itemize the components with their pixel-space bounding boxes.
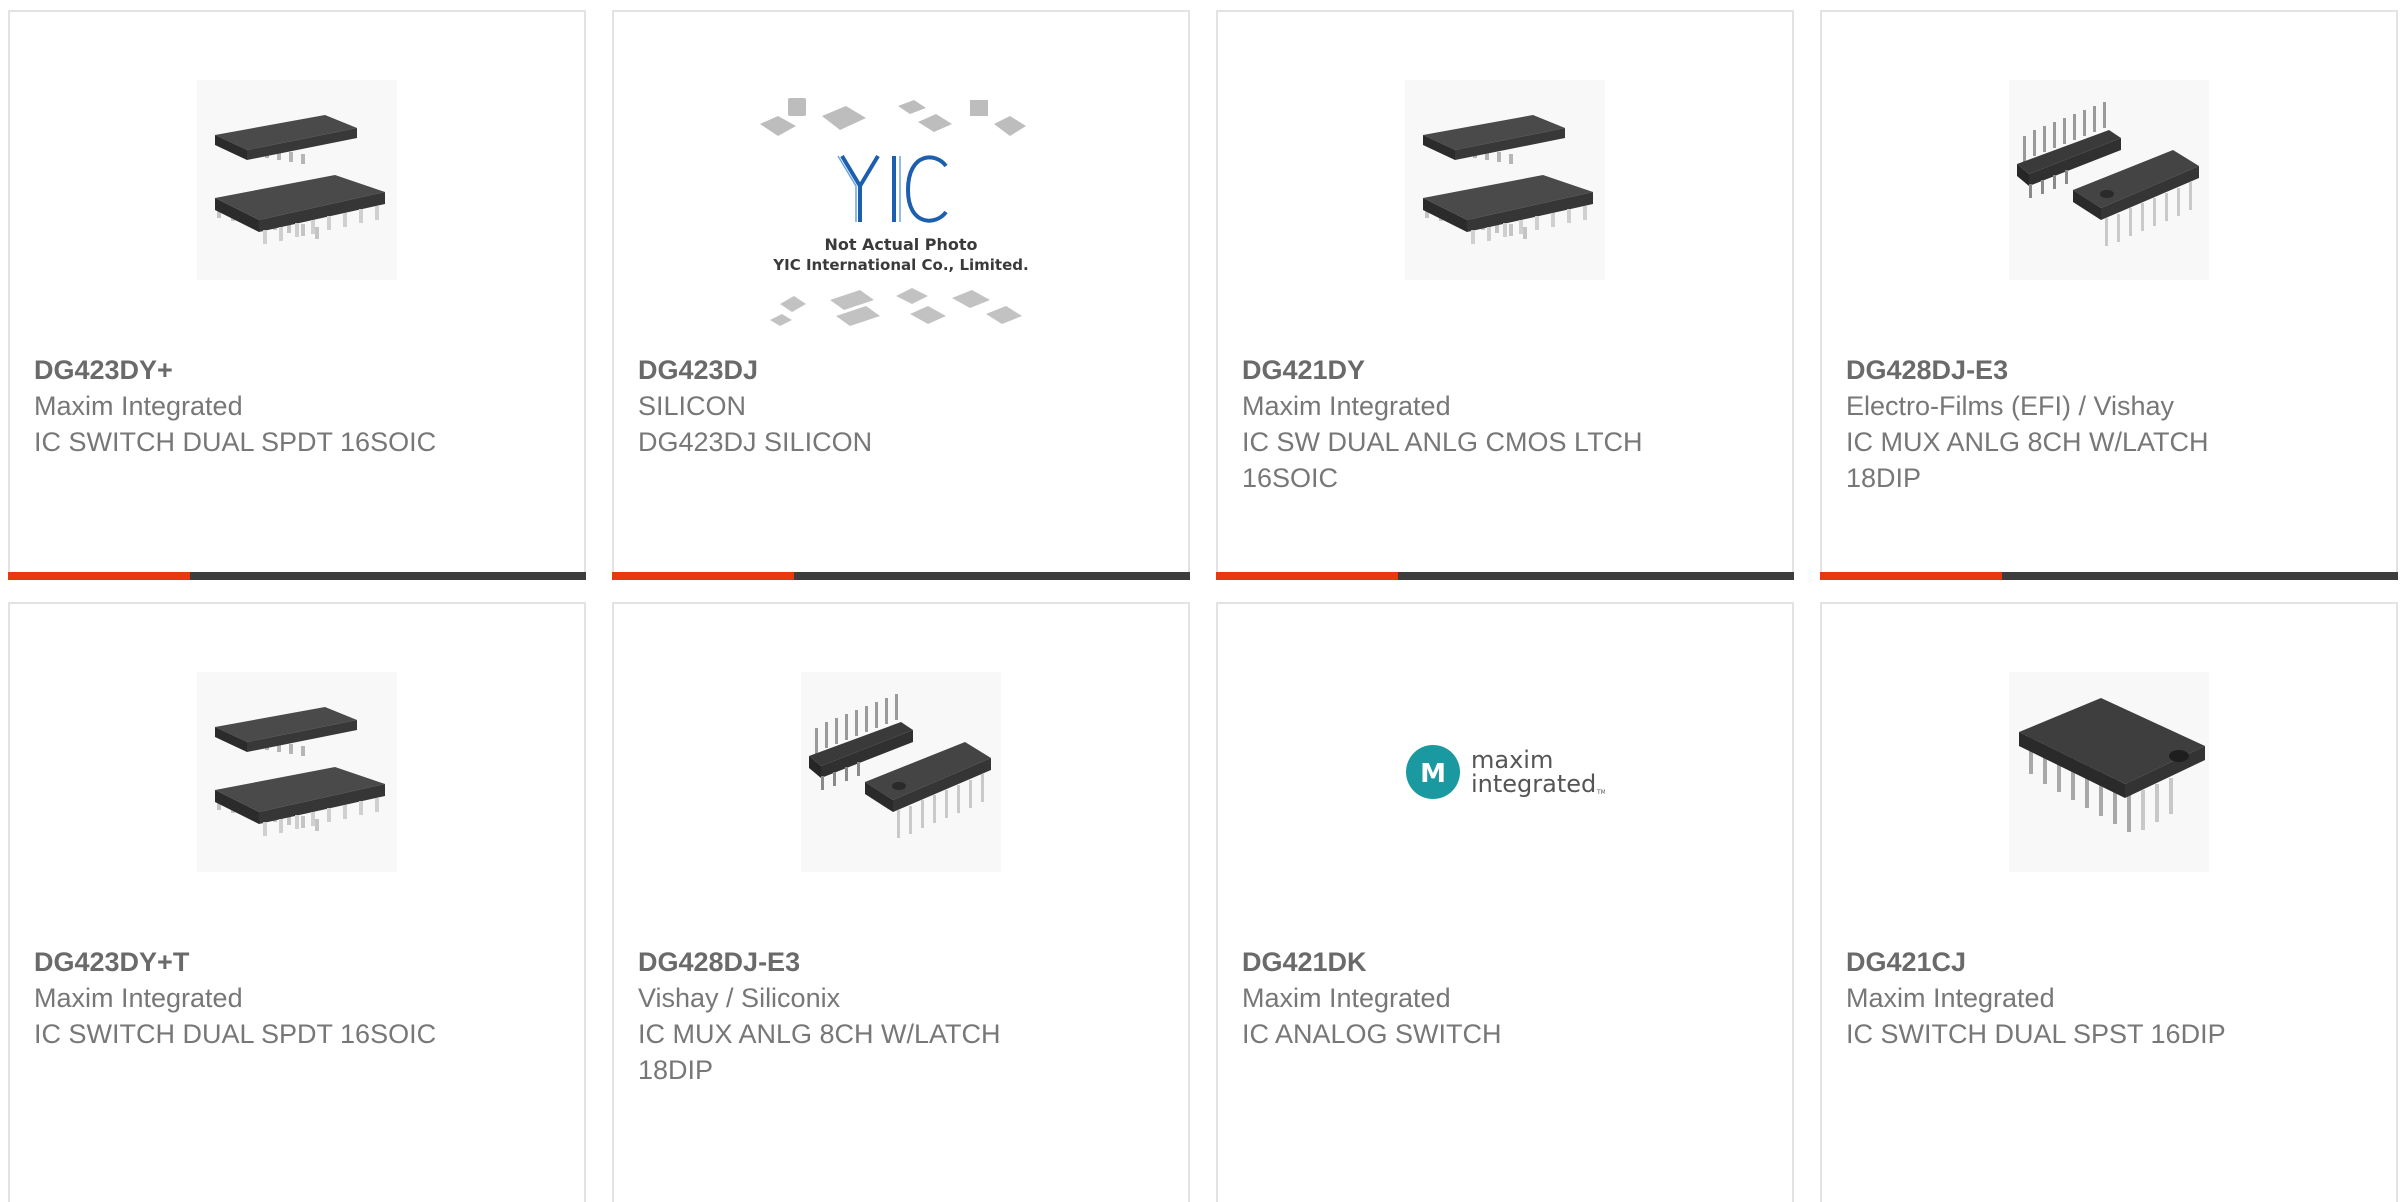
product-info: DG423DJ SILICON DG423DJ SILICON: [638, 352, 1164, 460]
description: IC SWITCH DUAL SPDT 16SOIC: [34, 1019, 437, 1049]
manufacturer: SILICON: [638, 391, 747, 421]
dip-chip-icon: [2019, 698, 2205, 832]
card-bottom-bar: [8, 572, 586, 580]
product-grid: DG423DY+ Maxim Integrated IC SWITCH DUAL…: [8, 10, 2400, 1202]
card-accent: [8, 572, 190, 580]
manufacturer: Maxim Integrated: [1846, 983, 2055, 1013]
product-info: DG423DY+T Maxim Integrated IC SWITCH DUA…: [34, 944, 560, 1052]
description: IC ANALOG SWITCH: [1242, 1019, 1502, 1049]
manufacturer: Electro-Films (EFI) / Vishay: [1846, 391, 2175, 421]
dip-chip-image[interactable]: [2009, 80, 2209, 280]
part-number[interactable]: DG423DY+: [34, 352, 560, 388]
yic-placeholder-image[interactable]: Not Actual Photo YIC International Co., …: [756, 94, 1046, 354]
soic-chip-icon: [1423, 115, 1593, 244]
logo-word2: integrated: [1471, 770, 1596, 798]
manufacturer: Maxim Integrated: [34, 983, 243, 1013]
maxim-logo-image[interactable]: M maxim integrated TM: [1405, 672, 1605, 872]
dip-chip-image[interactable]: [801, 672, 1001, 872]
soic-chip-image[interactable]: [197, 80, 397, 280]
product-card[interactable]: M maxim integrated TM DG421DK Maxim Inte…: [1216, 602, 1794, 1202]
part-number[interactable]: DG423DY+T: [34, 944, 560, 980]
product-info: DG421CJ Maxim Integrated IC SWITCH DUAL …: [1846, 944, 2372, 1052]
product-info: DG421DK Maxim Integrated IC ANALOG SWITC…: [1242, 944, 1768, 1052]
card-accent: [1216, 572, 1398, 580]
placeholder-line1: Not Actual Photo: [824, 235, 977, 254]
product-card[interactable]: DG421DY Maxim Integrated IC SW DUAL ANLG…: [1216, 10, 1794, 580]
dip-chip-icon: [809, 694, 991, 838]
card-accent: [1820, 572, 2002, 580]
product-card[interactable]: DG423DY+ Maxim Integrated IC SWITCH DUAL…: [8, 10, 586, 580]
dip-chip-icon: [2017, 102, 2199, 246]
description: DG423DJ SILICON: [638, 427, 873, 457]
part-number[interactable]: DG421DK: [1242, 944, 1768, 980]
svg-text:M: M: [1420, 759, 1446, 789]
placeholder-icon: Not Actual Photo YIC International Co., …: [760, 98, 1029, 326]
product-info: DG421DY Maxim Integrated IC SW DUAL ANLG…: [1242, 352, 1768, 496]
soic-chip-icon: [215, 115, 385, 244]
product-info: DG428DJ-E3 Vishay / Siliconix IC MUX ANL…: [638, 944, 1164, 1088]
product-card[interactable]: DG428DJ-E3 Electro-Films (EFI) / Vishay …: [1820, 10, 2398, 580]
part-number[interactable]: DG421DY: [1242, 352, 1768, 388]
logo-tm: TM: [1596, 789, 1605, 796]
description: IC SW DUAL ANLG CMOS LTCH 16SOIC: [1242, 427, 1643, 493]
description: IC MUX ANLG 8CH W/LATCH 18DIP: [638, 1019, 1001, 1085]
soic-chip-icon: [215, 707, 385, 836]
part-number[interactable]: DG423DJ: [638, 352, 1164, 388]
product-card[interactable]: DG423DY+T Maxim Integrated IC SWITCH DUA…: [8, 602, 586, 1202]
product-info: DG423DY+ Maxim Integrated IC SWITCH DUAL…: [34, 352, 560, 460]
soic-chip-image[interactable]: [197, 672, 397, 872]
placeholder-line2: YIC International Co., Limited.: [772, 256, 1028, 274]
maxim-logo-icon: M maxim integrated TM: [1406, 745, 1605, 799]
product-card[interactable]: DG421CJ Maxim Integrated IC SWITCH DUAL …: [1820, 602, 2398, 1202]
manufacturer: Vishay / Siliconix: [638, 983, 841, 1013]
dip-single-chip-image[interactable]: [2009, 672, 2209, 872]
product-card[interactable]: Not Actual Photo YIC International Co., …: [612, 10, 1190, 580]
card-bottom-bar: [1216, 572, 1794, 580]
card-bottom-bar: [612, 572, 1190, 580]
manufacturer: Maxim Integrated: [34, 391, 243, 421]
description: IC SWITCH DUAL SPDT 16SOIC: [34, 427, 437, 457]
part-number[interactable]: DG428DJ-E3: [1846, 352, 2372, 388]
card-accent: [612, 572, 794, 580]
manufacturer: Maxim Integrated: [1242, 983, 1451, 1013]
product-card[interactable]: DG428DJ-E3 Vishay / Siliconix IC MUX ANL…: [612, 602, 1190, 1202]
part-number[interactable]: DG421CJ: [1846, 944, 2372, 980]
description: IC MUX ANLG 8CH W/LATCH 18DIP: [1846, 427, 2209, 493]
part-number[interactable]: DG428DJ-E3: [638, 944, 1164, 980]
product-info: DG428DJ-E3 Electro-Films (EFI) / Vishay …: [1846, 352, 2372, 496]
manufacturer: Maxim Integrated: [1242, 391, 1451, 421]
description: IC SWITCH DUAL SPST 16DIP: [1846, 1019, 2226, 1049]
soic-chip-image[interactable]: [1405, 80, 1605, 280]
card-bottom-bar: [1820, 572, 2398, 580]
